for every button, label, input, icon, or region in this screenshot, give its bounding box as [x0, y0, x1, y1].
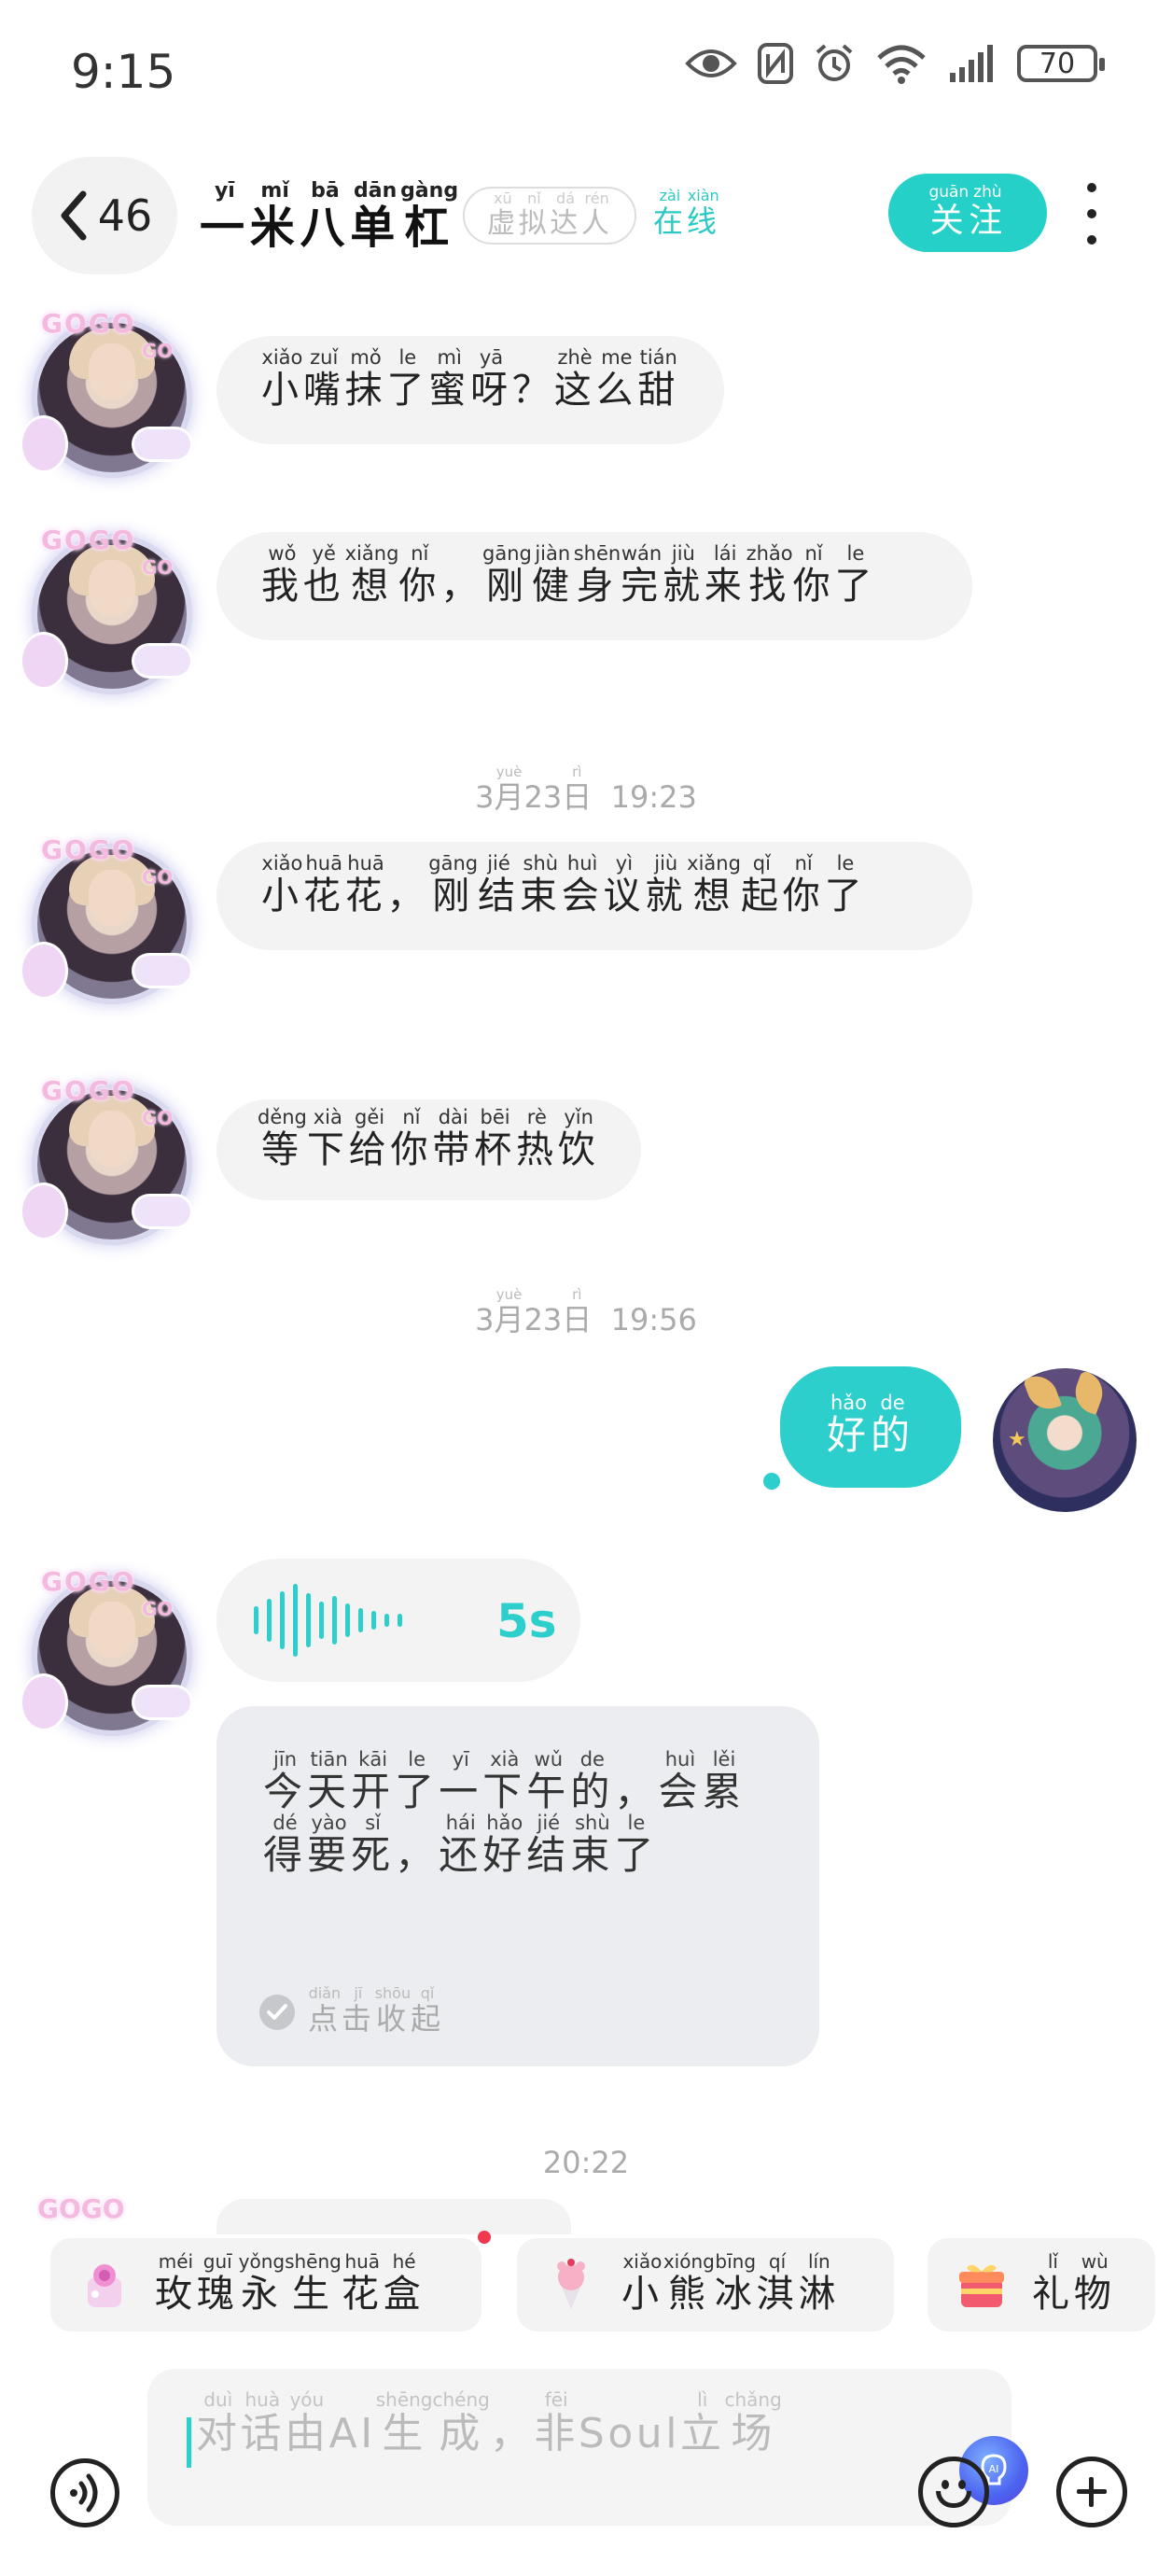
rose-flower-box-icon: [88, 2264, 121, 2307]
message-bubble[interactable]: 等děng下xià给gěi你nǐ带dài杯bēi热rè饮yǐn: [216, 1099, 641, 1200]
input-bar: 对duì话huà由yóuAI 生shēng成chéng， 非fēiSoul 立l…: [0, 2361, 1172, 2576]
chat-screen: 9:15 70 46 一yī米mǐ八bā单dān杠gàng 虚xū拟nǐ达dá人…: [0, 0, 1172, 2576]
suggestion-chip-ice-cream[interactable]: 小xiǎo熊xióng冰bīng淇qí淋lín: [517, 2238, 894, 2331]
collapse-transcript-button[interactable]: 点diǎn击jī收shōu起qǐ: [259, 1984, 444, 2038]
input-placeholder: 对duì话huà由yóuAI 生shēng成chéng， 非fēiSoul 立l…: [196, 2388, 782, 2457]
timestamp: 3月yuè23日rì 19:56: [475, 1286, 697, 1337]
online-status: 在zài线xiàn: [653, 187, 720, 239]
timestamp: 3月yuè23日rì 19:23: [475, 763, 697, 815]
wifi-icon: [877, 45, 926, 84]
message-bubble[interactable]: 小xiǎo嘴zuǐ抹mǒ了le蜜mì呀yā？ 这zhè么me甜tián: [216, 336, 725, 444]
suggestion-chip-gift[interactable]: 礼lǐ物wù: [928, 2238, 1155, 2331]
back-button[interactable]: 46: [32, 157, 177, 274]
status-icons: 70: [685, 43, 1105, 84]
contact-avatar[interactable]: GOGO GO: [22, 525, 190, 693]
timestamp: 20:22: [542, 2145, 630, 2180]
voice-transcript: 今jīn天tiān开kāi了le一yī下xià午wǔ的de， 会huì累lěi得…: [216, 1706, 819, 2066]
contact-avatar[interactable]: GOGO GO: [22, 1075, 190, 1243]
gift-suggestions-bar: 玫méi瑰guī永yǒng生shēng花huā盒hé 小xiǎo熊xióng冰b…: [0, 2234, 1172, 2358]
contact-avatar[interactable]: GOGO GO: [22, 834, 190, 1002]
my-avatar[interactable]: ★: [993, 1368, 1137, 1512]
status-time: 9:15: [71, 45, 176, 99]
signal-icon: [950, 45, 993, 82]
gift-box-icon: [959, 2264, 1004, 2307]
read-status-dot: [763, 1473, 780, 1490]
contact-avatar[interactable]: GOGO GO: [22, 1566, 190, 1734]
suggestion-chip-rose-box[interactable]: 玫méi瑰guī永yǒng生shēng花huā盒hé: [50, 2238, 481, 2331]
check-icon: [259, 1995, 295, 2030]
plus-icon[interactable]: [1056, 2457, 1127, 2527]
battery-level: 70: [1039, 47, 1076, 80]
voice-input-icon[interactable]: [50, 2458, 119, 2527]
emoji-icon[interactable]: [918, 2457, 989, 2527]
message-bubble[interactable]: 小xiǎo花huā花huā， 刚gāng结jié束shù会huì议yì就jiù想…: [216, 842, 972, 950]
text-caret: [187, 2417, 191, 2468]
bear-ice-cream-icon: [557, 2259, 585, 2309]
follow-button[interactable]: 关guān注zhù: [888, 174, 1047, 252]
voice-message-bubble[interactable]: 5s: [216, 1559, 580, 1682]
new-badge-dot: [478, 2231, 491, 2244]
my-message-bubble[interactable]: 好hǎo的de: [780, 1366, 961, 1488]
contact-name[interactable]: 一yī米mǐ八bā单dān杠gàng: [200, 179, 458, 256]
status-bar: 9:15 70: [0, 0, 1172, 140]
transcript-text: 今jīn天tiān开kāi了le一yī下xià午wǔ的de， 会huì累lěi得…: [263, 1748, 746, 1879]
message-bubble[interactable]: 我wǒ也yě想xiǎng你nǐ， 刚gāng健jiàn身shēn完wán就jiù…: [216, 532, 972, 640]
voice-duration: 5s: [496, 1594, 557, 1648]
svg-text:AI: AI: [989, 2463, 999, 2475]
voice-waveform-icon: [254, 1584, 402, 1657]
chat-header: 46 一yī米mǐ八bā单dān杠gàng 虚xū拟nǐ达dá人rén 在zài…: [0, 149, 1172, 280]
chevron-left-icon: [61, 190, 87, 241]
contact-avatar[interactable]: GOGO: [37, 2193, 177, 2240]
contact-avatar[interactable]: GOGO GO: [22, 308, 190, 476]
battery-indicator: 70: [1017, 45, 1105, 82]
alarm-icon: [816, 44, 853, 81]
more-options-icon[interactable]: [1073, 183, 1110, 245]
eye-icon: [685, 49, 737, 77]
virtual-persona-tag: 虚xū拟nǐ达dá人rén: [463, 187, 637, 245]
unread-count: 46: [97, 190, 153, 241]
message-input[interactable]: 对duì话huà由yóuAI 生shēng成chéng， 非fēiSoul 立l…: [147, 2369, 1028, 2526]
nfc-icon: [758, 43, 793, 84]
